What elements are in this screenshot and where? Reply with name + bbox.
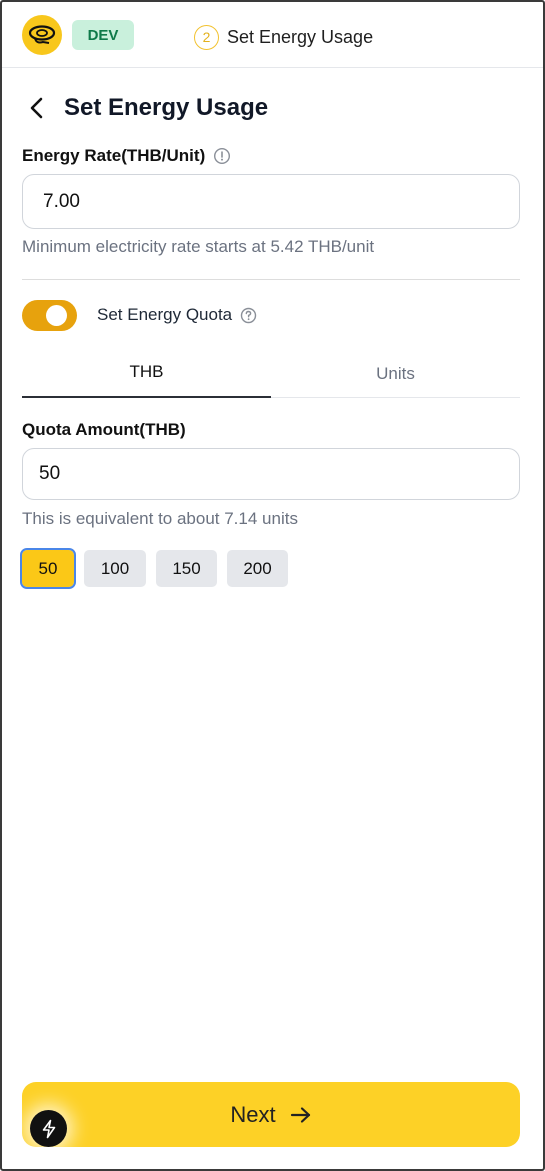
lightning-icon — [42, 1119, 55, 1138]
page-title: Set Energy Usage — [64, 94, 269, 121]
energy-rate-helper: Minimum electricity rate starts at 5.42 … — [22, 237, 375, 256]
toggle-knob — [46, 304, 67, 326]
next-label: Next — [230, 1101, 276, 1127]
step-indicator: 2 Set Energy Usage — [194, 24, 373, 50]
step-label: Set Energy Usage — [227, 26, 374, 47]
arrow-right-icon — [290, 1106, 310, 1123]
brand-logo-icon — [22, 15, 62, 55]
quota-amount-label: Quota Amount(THB) — [22, 420, 186, 439]
quota-toggle-row: Set Energy Quota — [22, 299, 257, 331]
tab-units[interactable]: Units — [271, 354, 520, 397]
step-number: 2 — [194, 24, 219, 50]
title-row: Set Energy Usage — [24, 90, 268, 126]
energy-rate-label: Energy Rate(THB/Unit) — [22, 146, 206, 165]
app-frame: DEV 2 Set Energy Usage Set Energy Usage … — [0, 0, 545, 1171]
quota-presets: 50 100 150 200 — [20, 548, 288, 589]
preset-chip-150[interactable]: 150 — [156, 550, 217, 587]
top-bar: DEV 2 Set Energy Usage — [2, 2, 543, 68]
divider — [22, 279, 520, 280]
quick-action-button[interactable] — [30, 1110, 67, 1147]
tab-thb[interactable]: THB — [22, 354, 271, 398]
energy-rate-input[interactable]: 7.00 — [22, 174, 520, 229]
quota-toggle[interactable] — [22, 299, 77, 331]
quota-amount-value: 50 — [39, 463, 61, 484]
preset-chip-200[interactable]: 200 — [227, 550, 288, 587]
energy-rate-value: 7.00 — [43, 190, 80, 212]
preset-chip-100[interactable]: 100 — [84, 550, 146, 587]
quota-amount-input[interactable]: 50 — [22, 448, 520, 500]
info-icon[interactable] — [213, 147, 231, 165]
preset-chip-50[interactable]: 50 — [20, 548, 76, 589]
back-button[interactable] — [24, 93, 50, 123]
next-button[interactable]: Next — [22, 1082, 520, 1147]
env-badge: DEV — [72, 20, 134, 50]
energy-rate-label-row: Energy Rate(THB/Unit) — [22, 146, 231, 166]
chevron-left-icon — [30, 97, 43, 119]
quota-unit-tabs: THB Units — [22, 354, 520, 398]
quota-helper: This is equivalent to about 7.14 units — [22, 509, 298, 528]
question-icon[interactable] — [240, 307, 257, 324]
quota-amount-label-row: Quota Amount(THB) — [22, 420, 186, 440]
quota-toggle-label: Set Energy Quota — [97, 305, 233, 324]
